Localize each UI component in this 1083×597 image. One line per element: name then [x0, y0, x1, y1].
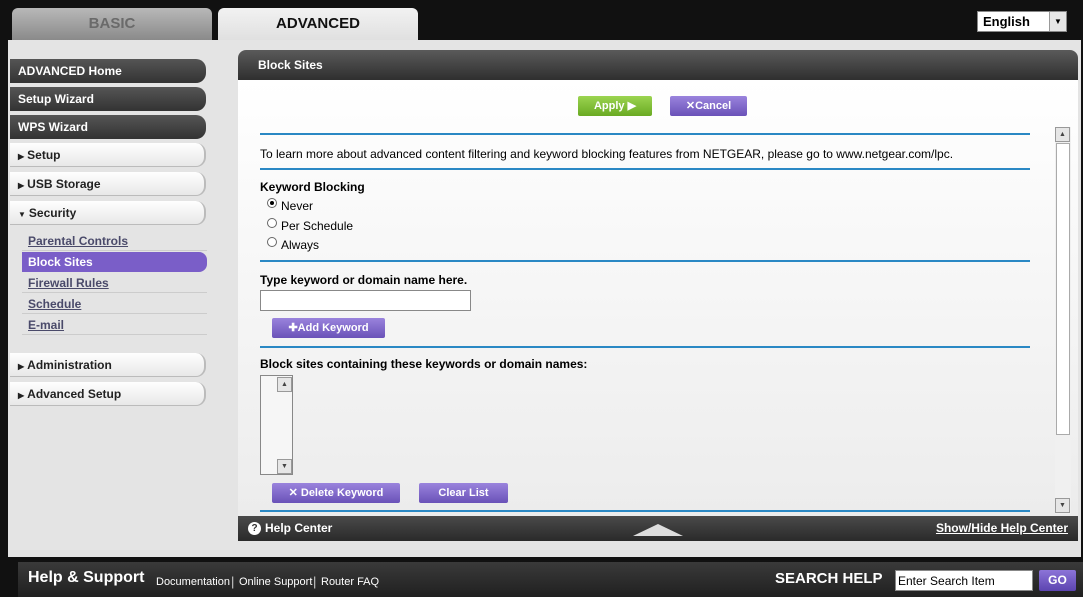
- radio-per-schedule-label: Per Schedule: [281, 219, 354, 233]
- go-button[interactable]: GO: [1039, 570, 1076, 591]
- tab-basic[interactable]: BASIC: [12, 8, 212, 40]
- sidebar-item-label: Administration: [27, 358, 112, 372]
- help-support-bar: Help & Support Documentation | Online Su…: [0, 557, 1083, 597]
- sidebar-item-setup[interactable]: ▶ Setup: [10, 143, 206, 167]
- delete-keyword-label: Delete Keyword: [300, 487, 384, 499]
- separator: [260, 260, 1030, 262]
- separator: [260, 133, 1030, 135]
- separator: [260, 168, 1030, 170]
- help-support-title: Help & Support: [28, 569, 145, 586]
- sidebar-item-usb-storage[interactable]: ▶ USB Storage: [10, 172, 206, 196]
- close-icon: ✕: [685, 100, 696, 112]
- show-hide-help-link[interactable]: Show/Hide Help Center: [936, 521, 1068, 535]
- router-faq-link[interactable]: Router FAQ: [321, 576, 379, 588]
- info-text: To learn more about advanced content fil…: [260, 147, 954, 161]
- sidebar-item-advanced-home[interactable]: ADVANCED Home: [10, 59, 206, 83]
- divider: |: [313, 574, 317, 589]
- help-center-label[interactable]: Help Center: [265, 521, 332, 535]
- sidebar-item-block-sites[interactable]: Block Sites: [22, 252, 207, 272]
- sidebar-item-parental-controls[interactable]: Parental Controls: [22, 231, 207, 251]
- cancel-button[interactable]: ✕Cancel: [670, 96, 747, 116]
- keyword-input[interactable]: [260, 290, 471, 311]
- tab-advanced[interactable]: ADVANCED: [218, 8, 418, 40]
- help-icon[interactable]: ?: [248, 522, 261, 535]
- radio-never-label: Never: [281, 199, 314, 213]
- online-support-link[interactable]: Online Support: [239, 576, 312, 588]
- radio-always[interactable]: [267, 237, 277, 247]
- type-keyword-label: Type keyword or domain name here.: [260, 273, 468, 287]
- sidebar-item-label: Security: [28, 206, 77, 220]
- scroll-down-icon[interactable]: ▼: [277, 459, 292, 474]
- sidebar-item-wps-wizard[interactable]: WPS Wizard: [10, 115, 206, 139]
- triangle-down-icon: ▼: [18, 210, 26, 219]
- sidebar-item-advanced-setup[interactable]: ▶ Advanced Setup: [10, 382, 206, 406]
- search-help-label: SEARCH HELP: [775, 570, 883, 587]
- sidebar-item-setup-wizard[interactable]: Setup Wizard: [10, 87, 206, 111]
- divider: |: [231, 574, 235, 589]
- radio-per-schedule[interactable]: [267, 218, 277, 228]
- apply-button[interactable]: Apply ▶: [578, 96, 652, 116]
- panel-body: Apply ▶ ✕Cancel To learn more about adva…: [238, 80, 1078, 516]
- help-support-inner: Help & Support Documentation | Online Su…: [18, 562, 1083, 597]
- expand-triangle-icon[interactable]: [633, 524, 683, 536]
- clear-list-button[interactable]: Clear List: [419, 483, 508, 503]
- separator: [260, 510, 1030, 512]
- help-center-bar: ? Help Center Show/Hide Help Center: [238, 516, 1078, 541]
- sidebar-item-security[interactable]: ▼ Security: [10, 201, 206, 225]
- radio-never[interactable]: [267, 198, 277, 208]
- scroll-down-icon[interactable]: ▼: [1055, 498, 1070, 513]
- language-selected-label: English: [983, 14, 1030, 29]
- sidebar-item-label: USB Storage: [27, 177, 101, 191]
- add-keyword-label: Add Keyword: [297, 322, 369, 334]
- chevron-down-icon[interactable]: ▼: [1049, 12, 1066, 31]
- sidebar-item-label: Setup: [27, 148, 61, 162]
- language-select[interactable]: English ▼: [977, 11, 1067, 32]
- sidebar-item-administration[interactable]: ▶ Administration: [10, 353, 206, 377]
- search-input[interactable]: [895, 570, 1033, 591]
- block-list-label: Block sites containing these keywords or…: [260, 357, 588, 371]
- scroll-up-icon[interactable]: ▲: [1055, 127, 1070, 142]
- separator: [260, 346, 1030, 348]
- blocked-keywords-list[interactable]: ▲ ▼: [260, 375, 293, 475]
- scrollbar-thumb[interactable]: [1056, 143, 1070, 435]
- add-keyword-button[interactable]: ✚Add Keyword: [272, 318, 385, 338]
- delete-keyword-button[interactable]: ✕ Delete Keyword: [272, 483, 400, 503]
- block-sites-panel: Block Sites Apply ▶ ✕Cancel To learn mor…: [238, 50, 1078, 541]
- documentation-link[interactable]: Documentation: [156, 576, 230, 588]
- triangle-right-icon: ▶: [18, 362, 25, 371]
- keyword-blocking-label: Keyword Blocking: [260, 180, 365, 194]
- sidebar-item-email[interactable]: E-mail: [22, 315, 207, 335]
- panel-title: Block Sites: [238, 50, 1078, 80]
- triangle-right-icon: ▶: [18, 181, 25, 190]
- cancel-label: Cancel: [695, 100, 732, 112]
- scroll-up-icon[interactable]: ▲: [277, 377, 292, 392]
- triangle-right-icon: ▶: [18, 391, 25, 400]
- sidebar-item-label: Advanced Setup: [27, 387, 122, 401]
- panel-scrollbar[interactable]: ▲ ▼: [1055, 127, 1071, 514]
- sidebar-item-firewall-rules[interactable]: Firewall Rules: [22, 273, 207, 293]
- plus-icon: ✚: [288, 322, 298, 334]
- radio-always-label: Always: [281, 238, 320, 252]
- triangle-right-icon: ▶: [18, 152, 25, 161]
- close-icon: ✕: [288, 487, 301, 499]
- sidebar-item-schedule[interactable]: Schedule: [22, 294, 207, 314]
- top-tab-bar: BASIC ADVANCED English ▼: [0, 0, 1083, 40]
